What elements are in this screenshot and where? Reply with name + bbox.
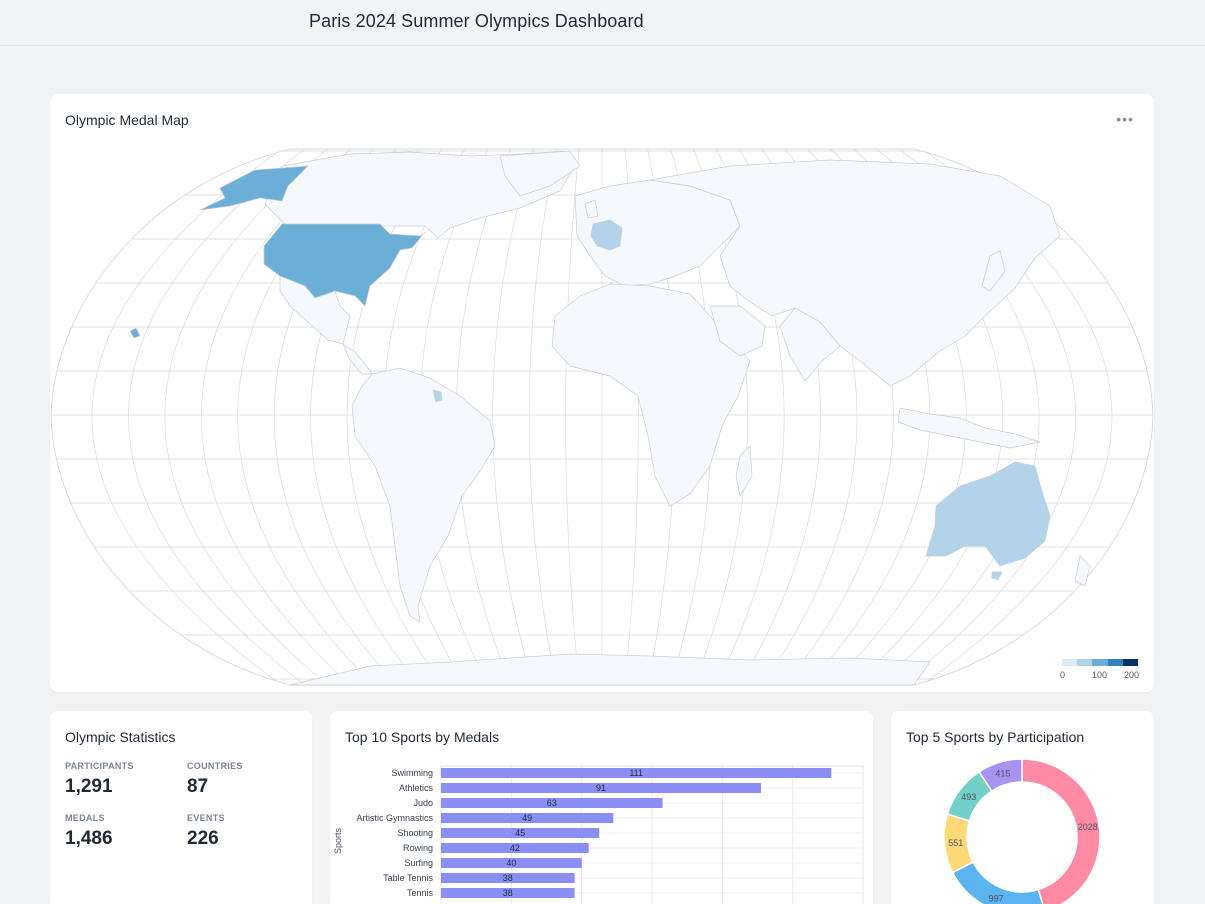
category-label: Rowing — [403, 843, 433, 853]
bar-value-label: 91 — [596, 783, 606, 793]
olympic-statistics-card: Olympic Statistics PARTICIPANTS 1,291 CO… — [50, 711, 312, 904]
bar-value-label: 38 — [503, 888, 513, 898]
legend-swatch — [1122, 659, 1139, 666]
slice-value-label: 2028 — [1078, 822, 1098, 832]
top-sports-by-medals-card: Top 10 Sports by Medals Swimming 111 Athle… — [330, 711, 873, 904]
world-map[interactable] — [50, 146, 1154, 692]
legend-tick: 200 — [1124, 670, 1140, 680]
map-card-title: Olympic Medal Map — [65, 112, 189, 128]
hawaii[interactable] — [129, 327, 141, 339]
south-america[interactable] — [351, 367, 496, 623]
slice-value-label: 551 — [948, 838, 963, 848]
stat-value: 226 — [187, 828, 219, 849]
stats-card-title: Olympic Statistics — [65, 729, 176, 745]
y-axis-title: Sports — [333, 827, 343, 854]
stat-label: COUNTRIES — [187, 761, 243, 771]
central-america[interactable] — [342, 343, 373, 375]
slice-value-label: 997 — [989, 893, 1004, 903]
new-zealand[interactable] — [1074, 555, 1091, 587]
category-label: Athletics — [399, 783, 434, 793]
page-title: Paris 2024 Summer Olympics Dashboard — [309, 11, 644, 31]
category-label: Table Tennis — [383, 873, 433, 883]
legend-swatch — [1107, 659, 1123, 666]
map-legend: 0 100 200 — [1060, 659, 1140, 684]
bar-value-label: 45 — [515, 828, 525, 838]
stat-medals: MEDALS 1,486 — [65, 813, 113, 850]
stat-countries: COUNTRIES 87 — [187, 761, 243, 798]
australia[interactable] — [925, 461, 1051, 567]
stat-events: EVENTS 226 — [187, 813, 225, 850]
bar-value-label: 40 — [506, 858, 516, 868]
legend-swatch — [1092, 659, 1108, 666]
bar-value-label: 42 — [510, 843, 520, 853]
graticule-meridian — [492, 149, 534, 685]
slice-value-label: 493 — [961, 792, 976, 802]
stat-value: 1,291 — [65, 776, 113, 797]
category-label: Shooting — [397, 828, 433, 838]
bar-value-label: 49 — [522, 813, 532, 823]
category-label: Tennis — [407, 888, 434, 898]
legend-color-scale — [1062, 659, 1139, 666]
madagascar[interactable] — [735, 445, 753, 497]
graticule-meridian — [528, 149, 557, 685]
stat-value: 87 — [187, 776, 209, 797]
legend-ticks: 0 100 200 — [1060, 670, 1140, 684]
legend-swatch — [1062, 659, 1078, 666]
stat-label: PARTICIPANTS — [65, 761, 134, 771]
medal-map-card: Olympic Medal Map ••• 0 100 200 — [50, 94, 1154, 692]
category-label: Swimming — [391, 768, 433, 778]
top-sports-by-participation-card: Top 5 Sports by Participation 2028 997 551… — [891, 711, 1154, 904]
indonesia[interactable] — [897, 407, 1042, 449]
bar-value-label: 111 — [629, 768, 643, 778]
graticule-meridian — [91, 149, 283, 685]
bar-value-label: 38 — [503, 873, 513, 883]
participation-donut-chart: 2028 997 551 493 415 — [943, 758, 1101, 904]
top-bar: Paris 2024 Summer Olympics Dashboard — [0, 0, 1205, 46]
legend-swatch — [1077, 659, 1093, 666]
stat-value: 1,486 — [65, 828, 113, 849]
category-label: Surfing — [404, 858, 433, 868]
category-label: Judo — [413, 798, 433, 808]
medals-bar-chart: Swimming 111 Athletics 91 Judo 63 Artistic Gym… — [333, 765, 864, 904]
stat-label: EVENTS — [187, 813, 225, 823]
bar-value-label: 63 — [547, 798, 557, 808]
more-horizontal-icon[interactable]: ••• — [1116, 112, 1134, 126]
legend-tick: 100 — [1092, 670, 1108, 680]
stat-participants: PARTICIPANTS 1,291 — [65, 761, 134, 798]
stat-label: MEDALS — [65, 813, 105, 823]
slice-value-label: 415 — [995, 768, 1010, 778]
category-label: Artistic Gymnastics — [356, 813, 433, 823]
antarctica[interactable] — [289, 653, 931, 686]
legend-tick: 0 — [1060, 670, 1066, 680]
tasmania[interactable] — [991, 571, 1003, 581]
